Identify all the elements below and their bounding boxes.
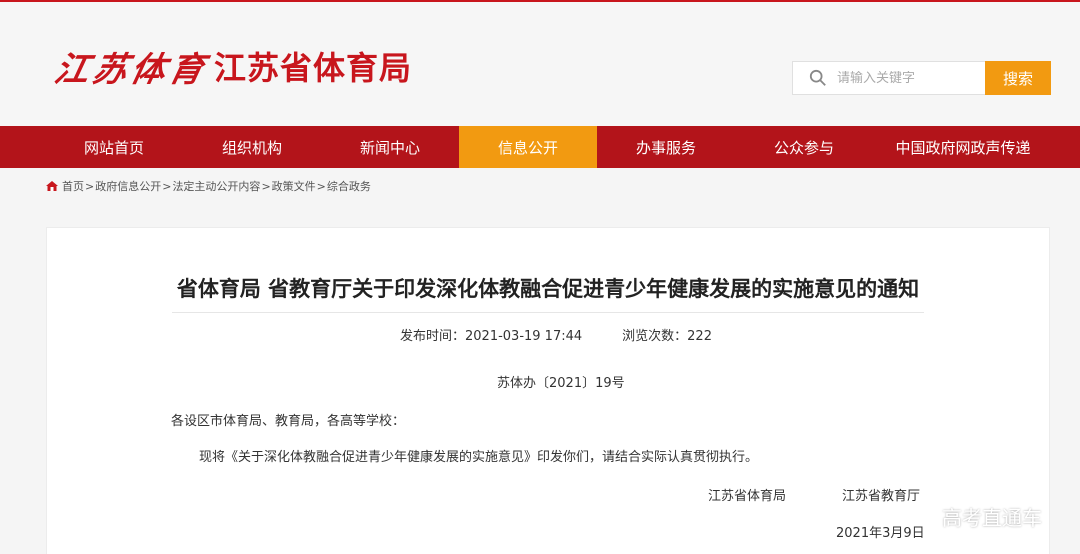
logo-text: 江苏省体育局 [214,49,413,87]
nav-item-organization[interactable]: 组织机构 [183,126,321,168]
search-button[interactable]: 搜索 [985,61,1051,95]
issue-date: 2021年3月9日 [836,526,925,541]
search-bar: 搜索 [792,61,1051,95]
breadcrumb-separator: > [162,179,172,193]
breadcrumb-policy[interactable]: 政策文件 [272,178,316,194]
breadcrumb: 首页 > 政府信息公开 > 法定主动公开内容 > 政策文件 > 综合政务 [46,178,371,194]
home-icon [46,181,58,191]
view-count: 浏览次数：222 [622,329,712,344]
article-title: 省体育局 省教育厅关于印发深化体教融合促进青少年健康发展的实施意见的通知 [176,277,920,301]
publish-time: 发布时间：2021-03-19 17:44 [400,329,583,344]
breadcrumb-general-affairs[interactable]: 综合政务 [327,178,371,194]
search-icon [809,69,826,86]
signatory-sports-bureau: 江苏省体育局 [708,489,787,504]
nav-item-home[interactable]: 网站首页 [45,126,183,168]
addressee: 各设区市体育局、教育局，各高等学校： [171,414,406,429]
nav-item-news[interactable]: 新闻中心 [321,126,459,168]
site-logo[interactable]: 江苏体育 江苏省体育局 [51,42,413,90]
title-divider [172,312,924,313]
watermark: 高考直通车 [942,506,1042,530]
breadcrumb-separator: > [316,179,326,193]
breadcrumb-gov-info[interactable]: 政府信息公开 [95,178,161,194]
nav-item-public-participation[interactable]: 公众参与 [735,126,873,168]
breadcrumb-home[interactable]: 首页 [62,178,84,194]
breadcrumb-separator: > [85,179,95,193]
signatory-education-dept: 江苏省教育厅 [842,489,921,504]
article-body: 现将《关于深化体教融合促进青少年健康发展的实施意见》印发你们，请结合实际认真贯彻… [199,450,759,465]
search-input[interactable] [837,70,977,86]
nav-item-gov-relay[interactable]: 中国政府网政声传递 [873,126,1053,168]
site-header: 江苏体育 江苏省体育局 搜索 [0,0,1080,126]
logo-calligraphy: 江苏体育 [51,49,212,90]
nav-item-info-disclosure[interactable]: 信息公开 [459,126,597,168]
main-nav: 网站首页 组织机构 新闻中心 信息公开 办事服务 公众参与 中国政府网政声传递 [0,126,1080,168]
nav-item-services[interactable]: 办事服务 [597,126,735,168]
document-number: 苏体办〔2021〕19号 [497,376,625,391]
breadcrumb-separator: > [261,179,271,193]
signatories: 江苏省体育局 江苏省教育厅 [708,485,920,504]
search-box [792,61,985,95]
breadcrumb-statutory[interactable]: 法定主动公开内容 [172,178,260,194]
article-meta: 发布时间：2021-03-19 17:44 浏览次数：222 [400,325,712,344]
